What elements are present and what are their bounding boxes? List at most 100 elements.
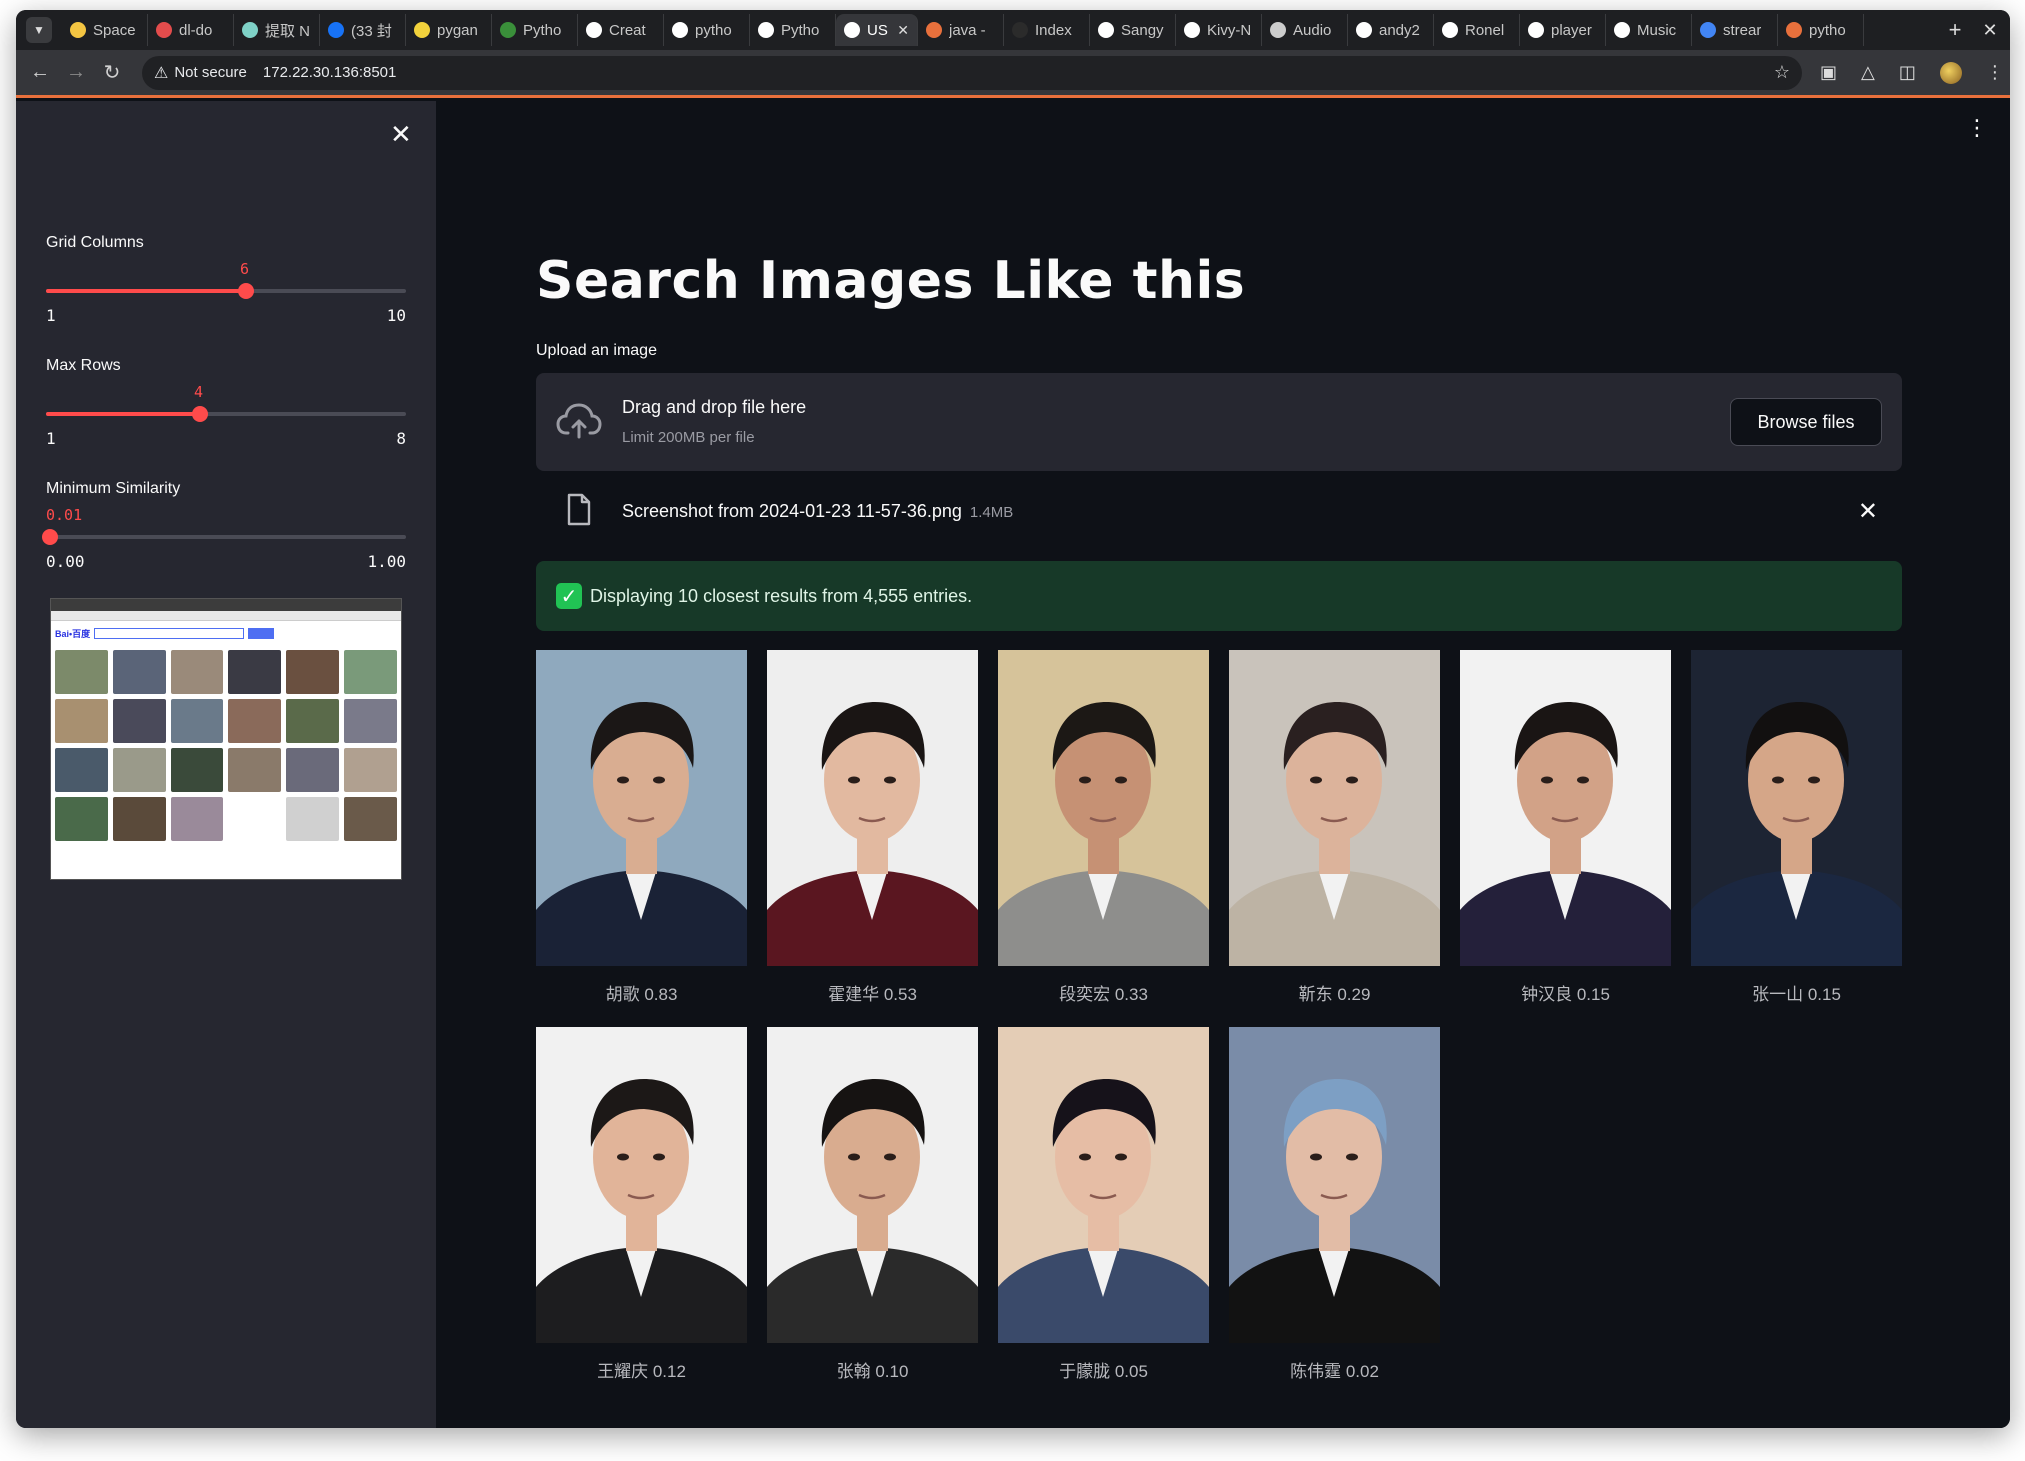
tab-title: pygan: [437, 21, 478, 39]
result-photo[interactable]: [767, 1027, 978, 1343]
browser-tab[interactable]: Sangy: [1090, 14, 1176, 46]
result-photo[interactable]: [1691, 650, 1902, 966]
result-card[interactable]: 陈伟霆 0.02: [1229, 1027, 1440, 1382]
upload-label: Upload an image: [536, 342, 657, 359]
slider-track[interactable]: [46, 283, 406, 299]
result-caption: 张一山 0.15: [1752, 985, 1841, 1004]
result-card[interactable]: 张一山 0.15: [1691, 650, 1902, 1005]
browser-tab[interactable]: (33 封: [320, 14, 406, 46]
portrait-image: [998, 1079, 1209, 1343]
result-photo[interactable]: [767, 650, 978, 966]
tab-favicon-icon: [844, 22, 860, 38]
result-card[interactable]: 靳东 0.29: [1229, 650, 1440, 1005]
tab-strip: ▼ Space dl-do 提取 N (33 封 pygan Pytho Creat pyth…: [16, 10, 2010, 50]
browser-tab[interactable]: 提取 N: [234, 14, 320, 46]
browser-tab[interactable]: player: [1520, 14, 1606, 46]
portrait-image: [1691, 702, 1902, 966]
close-sidebar-icon[interactable]: ✕: [390, 119, 412, 150]
result-photo[interactable]: [998, 650, 1209, 966]
result-card[interactable]: 段奕宏 0.33: [998, 650, 1209, 1005]
result-card[interactable]: 张翰 0.10: [767, 1027, 978, 1382]
browse-files-button[interactable]: Browse files: [1730, 398, 1882, 446]
file-name: Screenshot from 2024-01-23 11-57-36.png: [622, 501, 962, 521]
portrait-image: [767, 1079, 978, 1343]
tab-favicon-icon: [1098, 22, 1114, 38]
browser-tab[interactable]: Audio: [1262, 14, 1348, 46]
tab-favicon-icon: [156, 22, 172, 38]
browser-tab[interactable]: Space: [62, 14, 148, 46]
success-alert: ✓ Displaying 10 closest results from 4,5…: [536, 561, 1902, 631]
browser-tab[interactable]: Kivy-N: [1176, 14, 1262, 46]
sidebar: ✕ Grid Columns 6 1 10 Max Rows 4 1 8 Min…: [16, 101, 436, 1428]
tab-favicon-icon: [1528, 22, 1544, 38]
profile-avatar[interactable]: [1939, 61, 1962, 84]
browser-tab[interactable]: pygan: [406, 14, 492, 46]
alert-message: Displaying 10 closest results from 4,555…: [590, 585, 973, 606]
page-title: Search Images Like this: [536, 251, 1246, 311]
tab-favicon-icon: [414, 22, 430, 38]
result-card[interactable]: 胡歌 0.83: [536, 650, 747, 1005]
slider-handle[interactable]: [238, 283, 254, 299]
browser-tab[interactable]: pytho: [1778, 14, 1864, 46]
forward-icon[interactable]: →: [58, 61, 94, 84]
browser-tab[interactable]: Index: [1004, 14, 1090, 46]
browser-tab[interactable]: andy2: [1348, 14, 1434, 46]
slider-min: 1: [46, 306, 56, 325]
tab-search-dropdown-icon[interactable]: ▼: [26, 17, 52, 43]
file-dropzone[interactable]: Drag and drop file here Limit 200MB per …: [536, 373, 1902, 471]
slider-handle[interactable]: [192, 406, 208, 422]
back-icon[interactable]: ←: [22, 61, 58, 84]
side-panel-icon[interactable]: ◫: [1899, 62, 1916, 83]
labs-flask-icon[interactable]: △: [1861, 62, 1875, 83]
result-card[interactable]: 钟汉良 0.15: [1460, 650, 1671, 1005]
slider-track[interactable]: [46, 406, 406, 422]
browser-tab[interactable]: strear: [1692, 14, 1778, 46]
address-bar[interactable]: ⚠ Not secure 172.22.30.136:8501 ☆: [142, 55, 1802, 90]
slider-label: Max Rows: [46, 357, 121, 374]
tab-title: pytho: [1809, 21, 1846, 39]
browser-menu-icon[interactable]: ⋮: [1986, 62, 2004, 83]
check-mark-icon: ✓: [556, 583, 582, 609]
remove-file-icon[interactable]: ✕: [1858, 497, 1878, 526]
browser-tab[interactable]: Pytho: [492, 14, 578, 46]
result-photo[interactable]: [1460, 650, 1671, 966]
slider-max: 10: [386, 306, 406, 325]
browser-toolbar: ← → ↻ ⚠ Not secure 172.22.30.136:8501 ☆ …: [16, 50, 2010, 98]
portrait-image: [767, 702, 978, 966]
bookmark-star-icon[interactable]: ☆: [1774, 62, 1790, 83]
result-photo[interactable]: [998, 1027, 1209, 1343]
result-card[interactable]: 王耀庆 0.12: [536, 1027, 747, 1382]
reload-icon[interactable]: ↻: [94, 60, 130, 85]
slider-min: 1: [46, 429, 56, 448]
slider-handle[interactable]: [42, 529, 58, 545]
browser-tab[interactable]: Ronel: [1434, 14, 1520, 46]
browser-tab[interactable]: pytho: [664, 14, 750, 46]
tab-title: (33 封: [351, 22, 392, 40]
portrait-image: [536, 702, 747, 966]
tab-favicon-icon: [926, 22, 942, 38]
browser-tab[interactable]: Creat: [578, 14, 664, 46]
tab-close-icon[interactable]: ✕: [897, 22, 909, 39]
window-close-icon[interactable]: ✕: [1970, 20, 2010, 41]
extensions-icon[interactable]: ▣: [1820, 62, 1837, 83]
result-card[interactable]: 于朦胧 0.05: [998, 1027, 1209, 1382]
browser-tab[interactable]: Music: [1606, 14, 1692, 46]
browser-tab[interactable]: java -: [918, 14, 1004, 46]
result-photo[interactable]: [1229, 1027, 1440, 1343]
file-icon: [567, 493, 591, 526]
result-card[interactable]: 霍建华 0.53: [767, 650, 978, 1005]
tab-favicon-icon: [328, 22, 344, 38]
warning-icon: ⚠: [154, 64, 169, 82]
baidu-logo: Bai•百度: [55, 629, 91, 639]
result-photo[interactable]: [536, 650, 747, 966]
app-menu-icon[interactable]: ⋮: [1966, 115, 1988, 141]
browser-tab[interactable]: Pytho: [750, 14, 836, 46]
browser-tab[interactable]: US ✕: [836, 14, 918, 46]
browser-tab[interactable]: dl-do: [148, 14, 234, 46]
tab-title: pytho: [695, 21, 732, 39]
result-photo[interactable]: [536, 1027, 747, 1343]
new-tab-button[interactable]: +: [1940, 17, 1970, 43]
slider-track[interactable]: [42, 529, 406, 545]
minimum-similarity-slider: Minimum Similarity 0.01 0.00 1.00: [42, 480, 406, 571]
result-photo[interactable]: [1229, 650, 1440, 966]
